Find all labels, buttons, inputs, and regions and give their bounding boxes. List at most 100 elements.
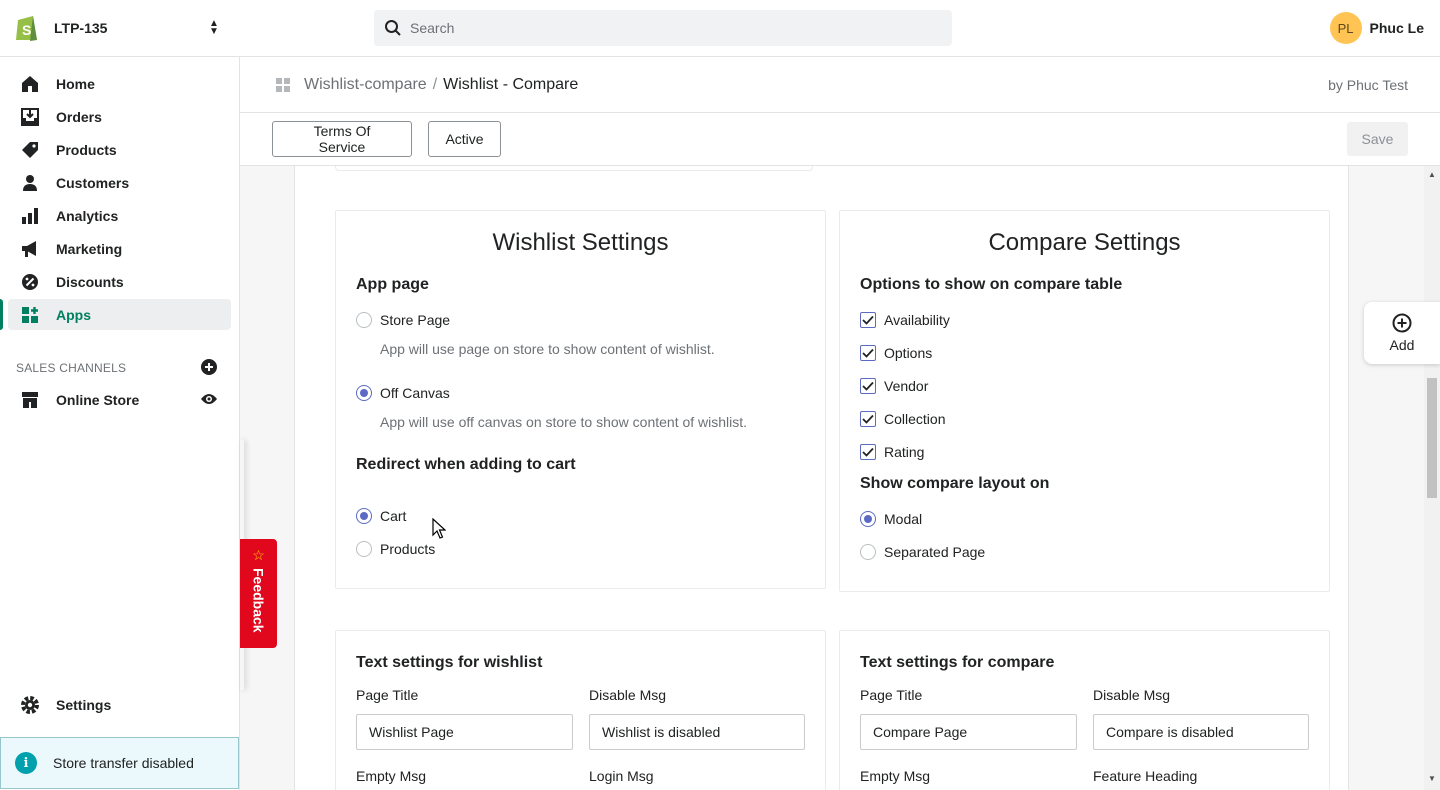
sidebar: Home Orders Products Customers Analytics… bbox=[0, 57, 240, 790]
eye-icon[interactable] bbox=[200, 392, 218, 409]
off-canvas-help: App will use off canvas on store to show… bbox=[380, 414, 748, 430]
cart-label: Cart bbox=[380, 508, 407, 524]
info-icon: i bbox=[15, 752, 37, 774]
text-settings-wishlist-heading: Text settings for wishlist bbox=[356, 654, 543, 671]
modal-radio[interactable]: Modal bbox=[860, 511, 922, 527]
main-content: Wishlist Settings App page Store Page Ap… bbox=[294, 166, 1349, 790]
feedback-label: Feedback bbox=[250, 568, 267, 633]
scrollbar-thumb[interactable] bbox=[1427, 378, 1437, 498]
radio-button[interactable] bbox=[356, 312, 372, 328]
radio-button[interactable] bbox=[860, 544, 876, 560]
svg-text:S: S bbox=[22, 22, 31, 38]
sidebar-item-home[interactable]: Home bbox=[8, 68, 231, 99]
page-title-label: Page Title bbox=[860, 687, 923, 703]
sidebar-item-settings[interactable]: Settings bbox=[8, 689, 231, 720]
sidebar-item-apps[interactable]: Apps bbox=[0, 299, 231, 330]
sidebar-item-marketing[interactable]: Marketing bbox=[8, 233, 231, 264]
sidebar-item-customers[interactable]: Customers bbox=[8, 167, 231, 198]
sidebar-item-analytics[interactable]: Analytics bbox=[8, 200, 231, 231]
sidebar-item-products[interactable]: Products bbox=[8, 134, 231, 165]
off-canvas-label: Off Canvas bbox=[380, 385, 450, 401]
sidebar-item-label: Marketing bbox=[56, 240, 123, 257]
rating-checkbox[interactable]: Rating bbox=[860, 444, 924, 460]
sidebar-item-online-store[interactable]: Online Store bbox=[8, 384, 231, 415]
megaphone-icon bbox=[20, 239, 40, 259]
user-name: Phuc Le bbox=[1369, 20, 1424, 36]
wishlist-page-title-input[interactable] bbox=[356, 714, 573, 750]
sidebar-item-label: Online Store bbox=[56, 391, 140, 408]
add-sales-channel-icon[interactable] bbox=[200, 358, 218, 379]
checkmark-icon[interactable] bbox=[860, 378, 876, 394]
sales-channels-label: SALES CHANNELS bbox=[16, 361, 127, 375]
page-header: Wishlist-compare / Wishlist - Compare by… bbox=[240, 57, 1440, 166]
add-label: Add bbox=[1389, 337, 1415, 353]
breadcrumb-link[interactable]: Wishlist-compare bbox=[304, 76, 427, 94]
mouse-cursor-icon bbox=[432, 518, 446, 539]
scroll-down-icon[interactable]: ▼ bbox=[1428, 774, 1436, 783]
text-settings-compare-card: Text settings for compare Page Title Dis… bbox=[839, 630, 1330, 790]
sidebar-item-label: Customers bbox=[56, 174, 130, 191]
compare-layout-heading: Show compare layout on bbox=[860, 475, 1050, 492]
radio-button[interactable] bbox=[356, 541, 372, 557]
disable-msg-label: Disable Msg bbox=[589, 687, 667, 703]
compare-disable-msg-input[interactable] bbox=[1093, 714, 1309, 750]
store-switcher[interactable]: S LTP-135 ▲ ▼ bbox=[14, 12, 219, 44]
empty-msg-label: Empty Msg bbox=[860, 768, 931, 784]
orders-icon bbox=[20, 107, 40, 127]
options-checkbox[interactable]: Options bbox=[860, 345, 932, 361]
checkmark-icon[interactable] bbox=[860, 411, 876, 427]
wishlist-disable-msg-input[interactable] bbox=[589, 714, 805, 750]
collection-checkbox[interactable]: Collection bbox=[860, 411, 945, 427]
checkmark-icon[interactable] bbox=[860, 345, 876, 361]
sidebar-item-label: Orders bbox=[56, 108, 102, 125]
search-input[interactable] bbox=[410, 20, 930, 36]
sidebar-item-orders[interactable]: Orders bbox=[8, 101, 231, 132]
active-button[interactable]: Active bbox=[428, 121, 501, 157]
save-button[interactable]: Save bbox=[1347, 122, 1408, 156]
radio-button[interactable] bbox=[356, 508, 372, 524]
switch-arrows-icon: ▲ ▼ bbox=[209, 18, 219, 37]
sidebar-item-label: Apps bbox=[56, 306, 91, 323]
compare-page-title-input[interactable] bbox=[860, 714, 1077, 750]
off-canvas-radio[interactable]: Off Canvas bbox=[356, 385, 450, 401]
bar-chart-icon bbox=[20, 206, 40, 226]
discount-icon bbox=[20, 272, 40, 292]
user-menu[interactable]: PL Phuc Le bbox=[1329, 12, 1424, 44]
store-page-help: App will use page on store to show conte… bbox=[380, 341, 715, 357]
page-title: Wishlist - Compare bbox=[443, 75, 579, 93]
scroll-up-icon[interactable]: ▲ bbox=[1428, 170, 1436, 179]
store-transfer-banner: i Store transfer disabled bbox=[0, 737, 239, 789]
store-page-radio[interactable]: Store Page bbox=[356, 312, 450, 328]
availability-checkbox[interactable]: Availability bbox=[860, 312, 950, 328]
add-widget-button[interactable]: Add bbox=[1364, 302, 1440, 364]
wishlist-settings-title: Wishlist Settings bbox=[492, 229, 669, 256]
store-name: LTP-135 bbox=[54, 20, 108, 36]
sidebar-item-label: Discounts bbox=[56, 273, 124, 290]
avatar: PL bbox=[1329, 12, 1362, 44]
checkmark-icon[interactable] bbox=[860, 444, 876, 460]
sidebar-item-label: Home bbox=[56, 75, 95, 92]
feedback-tab[interactable]: ☆ Feedback bbox=[240, 539, 277, 648]
sidebar-item-discounts[interactable]: Discounts bbox=[8, 266, 231, 297]
cart-radio[interactable]: Cart bbox=[356, 508, 406, 524]
login-msg-label: Login Msg bbox=[589, 768, 654, 784]
person-icon bbox=[20, 173, 40, 193]
vendor-checkbox[interactable]: Vendor bbox=[860, 378, 928, 394]
radio-button[interactable] bbox=[356, 385, 372, 401]
shopify-logo-icon: S bbox=[16, 16, 37, 41]
radio-button[interactable] bbox=[860, 511, 876, 527]
feature-heading-label: Feature Heading bbox=[1093, 768, 1198, 784]
sidebar-item-label: Settings bbox=[56, 696, 112, 713]
search-bar[interactable] bbox=[374, 10, 952, 46]
products-radio[interactable]: Products bbox=[356, 541, 435, 557]
breadcrumb: Wishlist-compare / Wishlist - Compare bbox=[240, 57, 1440, 113]
scrollbar[interactable]: ▲ ▼ bbox=[1424, 166, 1440, 790]
terms-of-service-button[interactable]: Terms Of Service bbox=[272, 121, 412, 157]
checkmark-icon[interactable] bbox=[860, 312, 876, 328]
modal-label: Modal bbox=[884, 511, 923, 527]
plus-circle-icon bbox=[1392, 313, 1412, 333]
tag-icon bbox=[20, 140, 40, 160]
store-transfer-text: Store transfer disabled bbox=[53, 755, 194, 771]
separated-page-radio[interactable]: Separated Page bbox=[860, 544, 985, 560]
checkbox-label: Rating bbox=[884, 444, 925, 460]
